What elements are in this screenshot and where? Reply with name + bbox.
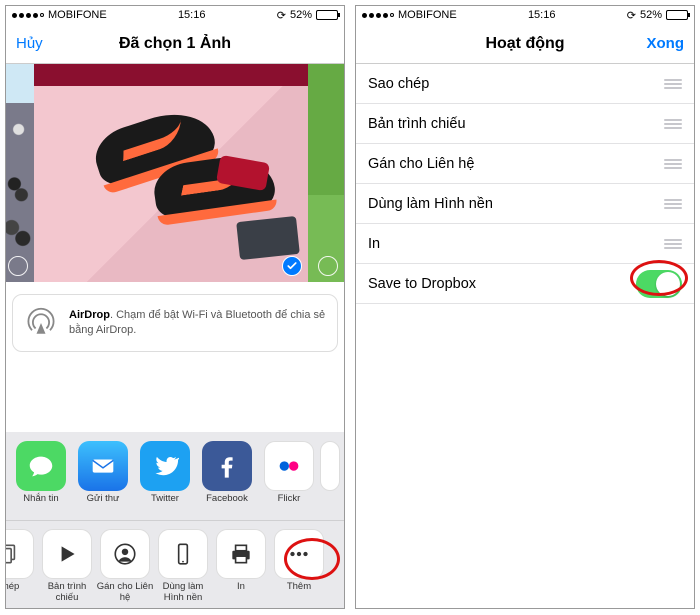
status-bar: MOBIFONE 15:16 ⟳ 52% [6, 6, 344, 24]
cancel-button[interactable]: Hủy [6, 24, 53, 63]
photo-thumb-selected[interactable] [34, 64, 308, 282]
share-row: Nhắn tin Gửi thư Twitter Facebook [6, 433, 344, 520]
share-mail[interactable]: Gửi thư [72, 441, 134, 516]
reorder-grip-icon[interactable] [664, 159, 682, 169]
nav-bar: Hoạt động Xong [356, 24, 694, 64]
action-print[interactable]: In [212, 529, 270, 604]
status-bar: MOBIFONE 15:16 ⟳ 52% [356, 6, 694, 24]
battery-icon [316, 10, 338, 20]
battery-pct: 52% [640, 9, 662, 21]
carrier-label: MOBIFONE [48, 9, 107, 21]
photo-strip[interactable] [6, 64, 344, 282]
reorder-grip-icon[interactable] [664, 119, 682, 129]
action-slideshow[interactable]: Bản trình chiếu [38, 529, 96, 604]
signal-dots-icon [12, 13, 44, 18]
battery-icon [666, 10, 688, 20]
left-phone-share-sheet: MOBIFONE 15:16 ⟳ 52% Hủy Đã chọn 1 Ảnh [5, 5, 345, 609]
printer-icon [216, 529, 266, 579]
nav-title: Hoạt động [485, 35, 564, 53]
battery-pct: 52% [290, 9, 312, 21]
right-phone-activity-settings: MOBIFONE 15:16 ⟳ 52% Hoạt động Xong Sao … [355, 5, 695, 609]
signal-dots-icon [362, 13, 394, 18]
reorder-grip-icon[interactable] [664, 239, 682, 249]
phone-shape-icon [158, 529, 208, 579]
action-assign-contact[interactable]: Gán cho Liên hệ [96, 529, 154, 604]
row-save-to-dropbox[interactable]: Save to Dropbox [356, 264, 694, 304]
share-flickr[interactable]: Flickr [258, 441, 320, 516]
airdrop-card[interactable]: AirDrop. Chạm để bật Wi-Fi và Bluetooth … [12, 294, 338, 352]
rotation-lock-icon: ⟳ [277, 9, 286, 22]
row-print[interactable]: In [356, 224, 694, 264]
reorder-grip-icon[interactable] [664, 199, 682, 209]
photo-thumb-prev[interactable] [6, 64, 34, 282]
photo-thumb-next[interactable] [308, 64, 344, 282]
share-messages[interactable]: Nhắn tin [10, 441, 72, 516]
copy-icon [5, 529, 34, 579]
done-button[interactable]: Xong [637, 24, 695, 63]
row-slideshow[interactable]: Bản trình chiếu [356, 104, 694, 144]
contact-icon [100, 529, 150, 579]
clock-label: 15:16 [528, 9, 556, 21]
action-row: chép Bản trình chiếu Gán cho Liên hệ Dùn… [5, 521, 344, 608]
row-assign-contact[interactable]: Gán cho Liên hệ [356, 144, 694, 184]
reorder-grip-icon[interactable] [664, 79, 682, 89]
toggle-switch-on[interactable] [636, 270, 682, 298]
share-facebook[interactable]: Facebook [196, 441, 258, 516]
selection-check-icon [282, 256, 302, 276]
airdrop-text: AirDrop. Chạm để bật Wi-Fi và Bluetooth … [69, 308, 327, 338]
row-copy[interactable]: Sao chép [356, 64, 694, 104]
rotation-lock-icon: ⟳ [627, 9, 636, 22]
carrier-label: MOBIFONE [398, 9, 457, 21]
share-more-peek[interactable] [320, 441, 340, 516]
nav-bar: Hủy Đã chọn 1 Ảnh [6, 24, 344, 64]
selection-ring-icon [8, 256, 28, 276]
selection-ring-icon [318, 256, 338, 276]
action-copy[interactable]: chép [5, 529, 38, 604]
activity-list: Sao chép Bản trình chiếu Gán cho Liên hệ… [356, 64, 694, 608]
more-icon [274, 529, 324, 579]
airdrop-icon [23, 305, 59, 341]
action-wallpaper[interactable]: Dùng làm Hình nền [154, 529, 212, 604]
clock-label: 15:16 [178, 9, 206, 21]
play-icon [42, 529, 92, 579]
row-wallpaper[interactable]: Dùng làm Hình nền [356, 184, 694, 224]
action-more[interactable]: Thêm [270, 529, 328, 604]
nav-title: Đã chọn 1 Ảnh [119, 35, 231, 53]
share-twitter[interactable]: Twitter [134, 441, 196, 516]
